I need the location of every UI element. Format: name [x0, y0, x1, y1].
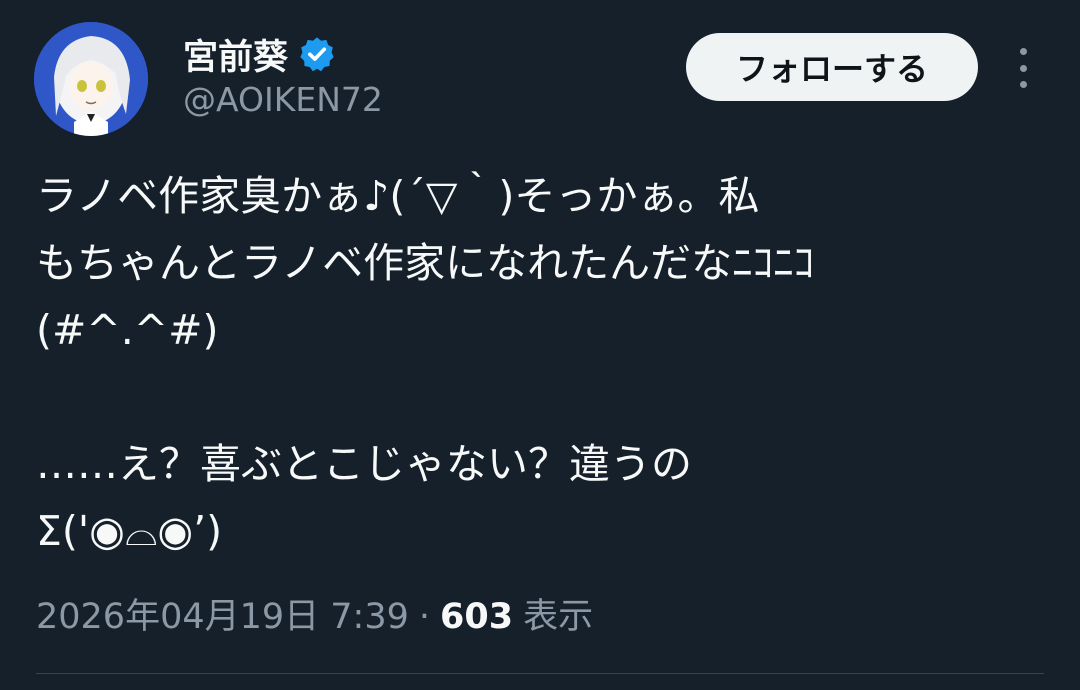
more-vertical-icon[interactable]	[1008, 48, 1038, 88]
more-dot	[1019, 48, 1027, 55]
display-name[interactable]: 宮前葵	[183, 29, 288, 80]
more-dot	[1019, 81, 1027, 88]
tweet-text-line: ラノベ作家臭かぁ♪(´▽｀)そっかぁ。私	[36, 172, 760, 220]
meta-separator: ·	[418, 597, 431, 637]
views-count: 603	[440, 597, 514, 637]
tweet-text-line: (#^.^#)	[36, 306, 219, 354]
author-handle[interactable]: @AOIKEN72	[183, 80, 383, 119]
tweet-text: ラノベ作家臭かぁ♪(´▽｀)そっかぁ。私 もちゃんとラノベ作家になれたんだなﾆｺ…	[36, 163, 1056, 565]
tweet-text-line: もちゃんとラノベ作家になれたんだなﾆｺﾆｺ	[36, 239, 815, 287]
tweet-timestamp[interactable]: 2026年04月19日 7:39	[36, 588, 409, 639]
tweet-meta: 2026年04月19日 7:39 · 603 表示	[36, 588, 593, 639]
verified-badge-icon	[298, 35, 336, 73]
tweet-text-line	[36, 364, 1056, 431]
tweet-text-line: ……え？喜ぶとこじゃない？違うの	[36, 440, 692, 488]
divider	[36, 673, 1044, 674]
follow-button[interactable]: フォローする	[686, 33, 978, 101]
avatar[interactable]	[34, 22, 148, 136]
more-dot	[1019, 64, 1027, 72]
views-label: 表示	[523, 597, 594, 637]
author-name-row[interactable]: 宮前葵	[183, 26, 336, 82]
tweet-text-line: Σ('◉⌓◉’)	[36, 507, 223, 555]
